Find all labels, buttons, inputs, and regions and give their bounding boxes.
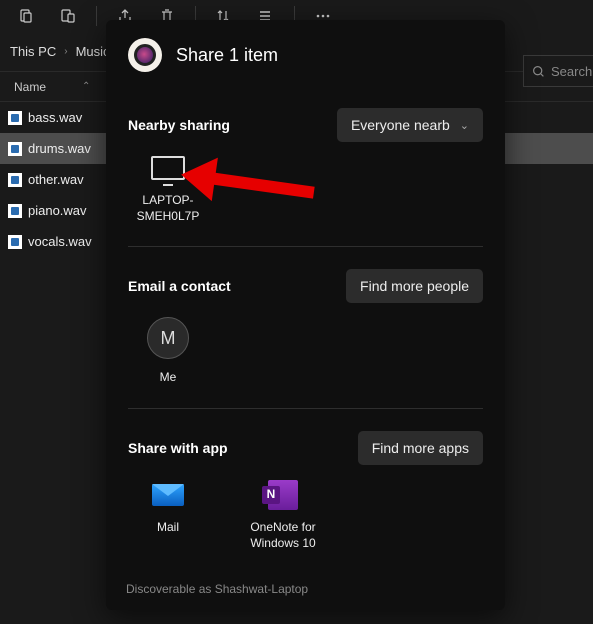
share-dialog: Share 1 item Nearby sharing Everyone nea… <box>106 20 505 610</box>
search-placeholder: Search <box>551 64 592 79</box>
audio-file-icon <box>8 111 22 125</box>
nearby-sharing-label: Nearby sharing <box>128 117 230 133</box>
divider <box>128 408 483 409</box>
monitor-icon <box>151 156 185 180</box>
column-header-name: Name <box>14 80 46 94</box>
divider <box>128 246 483 247</box>
chevron-up-icon: ⌃ <box>82 81 90 92</box>
audio-file-icon <box>8 204 22 218</box>
chevron-right-icon: › <box>64 46 67 57</box>
search-input[interactable]: Search <box>523 55 593 87</box>
nearby-device[interactable]: LAPTOP-SMEH0L7P <box>128 156 208 224</box>
discoverable-status: Discoverable as Shashwat-Laptop <box>106 572 505 610</box>
share-with-app-label: Share with app <box>128 440 228 456</box>
app-item-mail[interactable]: Mail <box>128 479 208 551</box>
audio-file-icon <box>8 173 22 187</box>
copy-icon[interactable] <box>8 2 44 30</box>
audio-file-icon <box>8 142 22 156</box>
app-item-onenote[interactable]: OneNote for Windows 10 <box>236 479 330 551</box>
paste-icon[interactable] <box>50 2 86 30</box>
separator <box>96 6 97 26</box>
breadcrumb-item[interactable]: This PC <box>10 44 56 59</box>
avatar: M <box>147 317 189 359</box>
audio-file-icon <box>8 235 22 249</box>
share-header: Share 1 item <box>106 20 505 86</box>
find-more-people-button[interactable]: Find more people <box>346 269 483 303</box>
nearby-visibility-dropdown[interactable]: Everyone nearb ⌄ <box>337 108 483 142</box>
contact-item[interactable]: M Me <box>128 317 208 385</box>
search-icon <box>532 65 545 78</box>
share-title: Share 1 item <box>176 45 278 66</box>
mail-icon <box>152 479 184 511</box>
item-thumbnail-icon <box>128 38 162 72</box>
chevron-down-icon: ⌄ <box>460 119 469 132</box>
find-more-apps-button[interactable]: Find more apps <box>358 431 483 465</box>
onenote-icon <box>267 479 299 511</box>
breadcrumb-item[interactable]: Music <box>76 44 110 59</box>
email-contact-label: Email a contact <box>128 278 231 294</box>
